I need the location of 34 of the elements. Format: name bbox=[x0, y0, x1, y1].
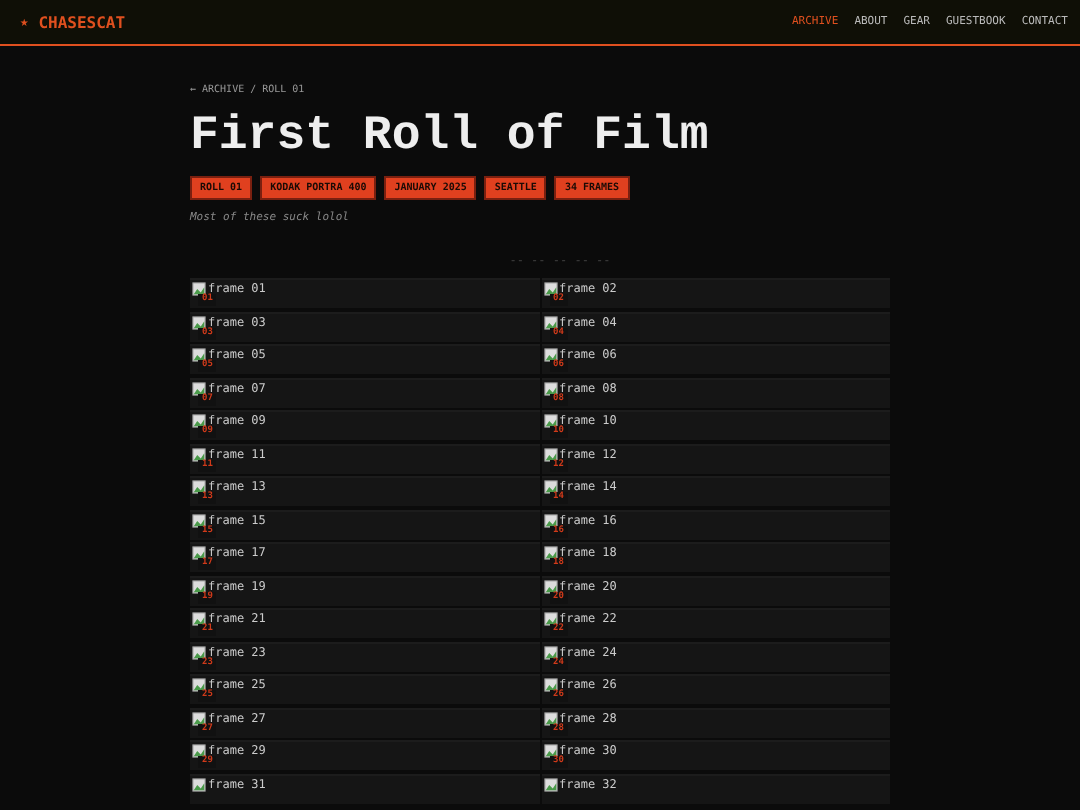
broken-image-icon bbox=[192, 480, 206, 495]
broken-image-icon bbox=[192, 579, 206, 594]
broken-image-icon bbox=[192, 678, 206, 693]
broken-image-icon bbox=[192, 612, 206, 627]
broken-image-icon bbox=[543, 381, 557, 396]
broken-image-icon bbox=[543, 315, 557, 330]
broken-image-icon bbox=[192, 645, 206, 660]
broken-image-icon bbox=[543, 744, 557, 759]
broken-image-icon bbox=[192, 777, 206, 792]
broken-image-icon bbox=[192, 744, 206, 759]
broken-image-icon bbox=[192, 414, 206, 429]
page-title: First Roll of Film bbox=[190, 112, 711, 165]
broken-image-icon bbox=[543, 282, 557, 297]
broken-image-icon bbox=[543, 480, 557, 495]
site-logo[interactable]: CHASESCAT bbox=[38, 13, 126, 31]
broken-image-icon bbox=[192, 315, 206, 330]
broken-image-icon bbox=[192, 447, 206, 462]
broken-image-icon bbox=[543, 678, 557, 693]
broken-image-icon bbox=[543, 513, 557, 528]
broken-image-icon bbox=[543, 711, 557, 726]
broken-image-icon bbox=[543, 447, 557, 462]
broken-image-icon bbox=[543, 579, 557, 594]
broken-image-icon bbox=[543, 414, 557, 429]
broken-image-icon bbox=[192, 711, 206, 726]
broken-image-icon bbox=[192, 546, 206, 561]
broken-image-icon bbox=[192, 381, 206, 396]
broken-image-icon bbox=[543, 612, 557, 627]
broken-image-icon bbox=[543, 777, 557, 792]
broken-image-icon bbox=[543, 645, 557, 660]
broken-image-icon bbox=[192, 282, 206, 297]
broken-image-icon bbox=[543, 546, 557, 561]
broken-image-icon bbox=[543, 348, 557, 363]
broken-image-icon bbox=[192, 513, 206, 528]
broken-image-icon bbox=[192, 348, 206, 363]
